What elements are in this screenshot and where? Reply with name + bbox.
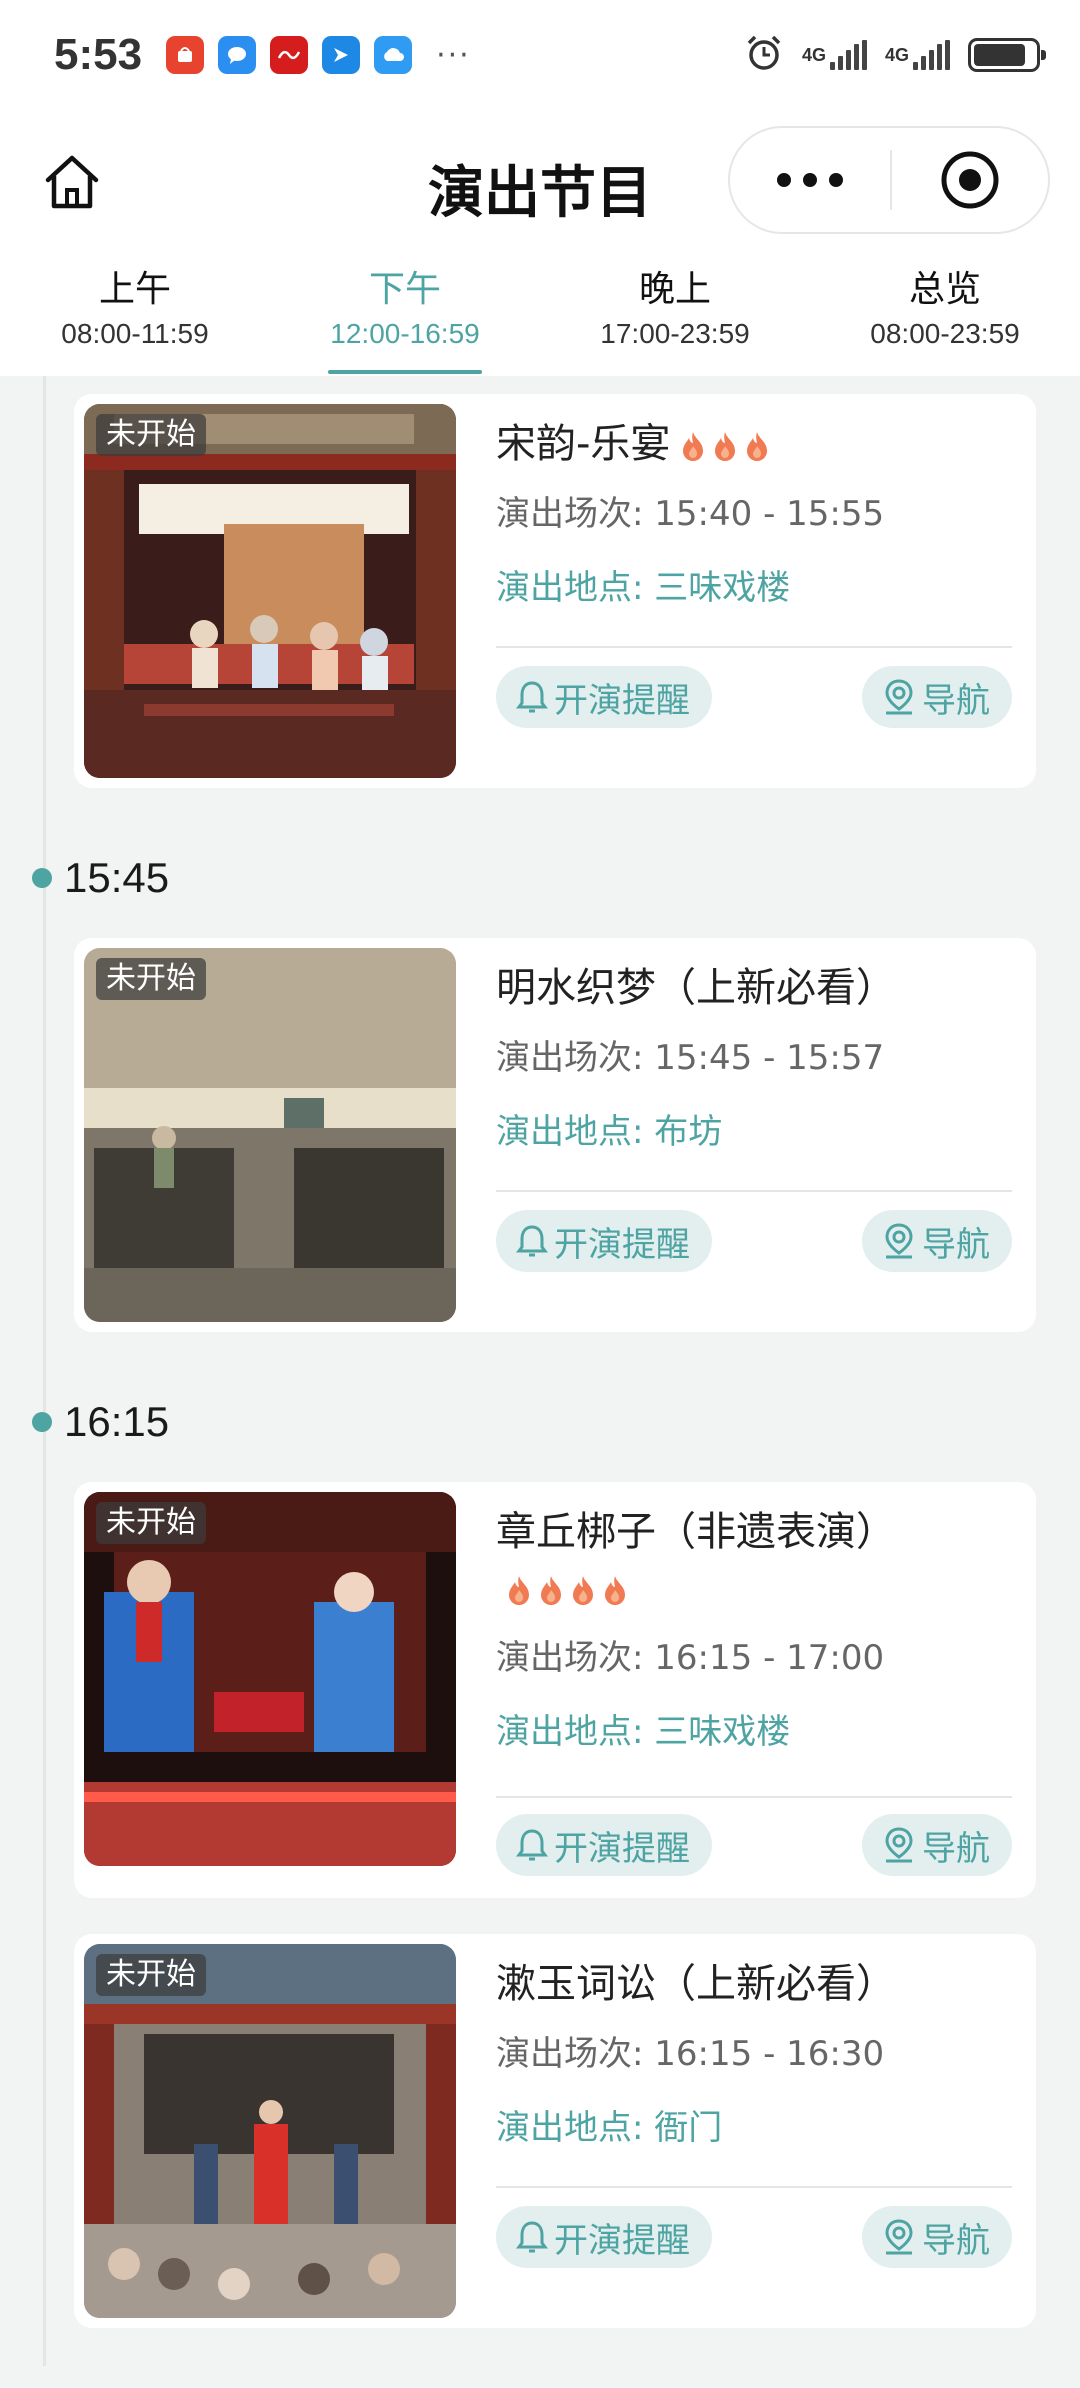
target-close-icon bbox=[941, 151, 999, 209]
tab-overview[interactable]: 总览 08:00-23:59 bbox=[810, 260, 1080, 376]
navigate-button[interactable]: 导航 bbox=[862, 1210, 1012, 1272]
huawei-app-icon bbox=[166, 36, 205, 74]
show-time: 演出场次: 15:45 - 15:57 bbox=[496, 1038, 885, 1078]
show-location: 演出地点: 衙门 bbox=[496, 2108, 723, 2148]
show-location: 演出地点: 三味戏楼 bbox=[496, 1712, 791, 1752]
timeline-dot bbox=[32, 1412, 52, 1432]
location-icon bbox=[885, 2219, 913, 2255]
navigate-button[interactable]: 导航 bbox=[862, 1814, 1012, 1876]
bell-icon bbox=[516, 1829, 548, 1861]
show-title: 章丘梆子（非遗表演） bbox=[496, 1504, 1012, 1616]
status-time: 5:53 bbox=[54, 30, 143, 79]
show-thumbnail: 未开始 bbox=[84, 1492, 456, 1866]
flame-icon bbox=[605, 1576, 625, 1605]
status-bar: 5:53 ··· 4G 4G bbox=[0, 0, 1080, 110]
more-button[interactable] bbox=[730, 128, 890, 232]
show-card[interactable]: 未开始 漱玉词讼（上新必看） 演出场次: 16:15 - 16:30 演出地点:… bbox=[74, 1934, 1036, 2328]
remind-button[interactable]: 开演提醒 bbox=[496, 1210, 712, 1272]
show-thumbnail: 未开始 bbox=[84, 1944, 456, 2318]
study-app-icon bbox=[270, 36, 309, 74]
location-icon bbox=[885, 1827, 913, 1863]
show-title: 明水织梦（上新必看） bbox=[496, 965, 896, 1011]
flame-icon bbox=[747, 432, 768, 461]
location-icon bbox=[885, 1223, 913, 1259]
feishu-app-icon bbox=[322, 36, 361, 74]
timeline-time-label: 15:45 bbox=[32, 854, 169, 902]
timeline-line bbox=[43, 376, 46, 2366]
signal-1: 4G bbox=[802, 40, 867, 70]
bell-icon bbox=[516, 681, 548, 713]
hot-rating bbox=[506, 1574, 628, 1606]
status-badge: 未开始 bbox=[96, 414, 206, 456]
opera-photo bbox=[84, 1492, 456, 1866]
show-card[interactable]: 未开始 宋韵-乐宴 演出场次: 15:40 - 15:55 演出地点: 三味戏楼… bbox=[74, 394, 1036, 788]
courtyard-photo bbox=[84, 1944, 456, 2318]
navigate-button[interactable]: 导航 bbox=[862, 2206, 1012, 2268]
remind-button[interactable]: 开演提醒 bbox=[496, 1814, 712, 1876]
nav-bar: 演出节目 bbox=[0, 110, 1080, 260]
hot-rating bbox=[680, 430, 770, 462]
flame-icon bbox=[509, 1576, 529, 1605]
alarm-icon bbox=[744, 33, 784, 77]
show-location: 演出地点: 三味戏楼 bbox=[496, 568, 791, 608]
show-card[interactable]: 未开始 明水织梦（上新必看） 演出场次: 15:45 - 15:57 演出地点:… bbox=[74, 938, 1036, 1332]
signal-bars-icon bbox=[829, 40, 867, 70]
notification-icons: ··· bbox=[166, 36, 471, 74]
cloud-app-icon bbox=[374, 36, 413, 74]
bell-icon bbox=[516, 1225, 548, 1257]
show-thumbnail: 未开始 bbox=[84, 404, 456, 778]
flame-icon bbox=[573, 1576, 593, 1605]
show-time: 演出场次: 16:15 - 16:30 bbox=[496, 2034, 885, 2074]
remind-button[interactable]: 开演提醒 bbox=[496, 666, 712, 728]
status-badge: 未开始 bbox=[96, 1502, 206, 1544]
show-card[interactable]: 未开始 章丘梆子（非遗表演） 演出场次: 16:15 - 17:00 演出地点:… bbox=[74, 1482, 1036, 1898]
location-icon bbox=[885, 679, 913, 715]
workshop-photo bbox=[84, 948, 456, 1322]
flame-icon bbox=[541, 1576, 561, 1605]
tab-morning[interactable]: 上午 08:00-11:59 bbox=[0, 260, 270, 376]
message-app-icon bbox=[218, 36, 257, 74]
show-thumbnail: 未开始 bbox=[84, 948, 456, 1322]
signal-2: 4G bbox=[885, 40, 950, 70]
battery-icon bbox=[968, 38, 1046, 72]
show-title: 宋韵-乐宴 bbox=[496, 416, 1012, 472]
more-notifications: ··· bbox=[436, 37, 471, 73]
show-time: 演出场次: 15:40 - 15:55 bbox=[496, 494, 885, 534]
flame-icon bbox=[715, 432, 736, 461]
navigate-button[interactable]: 导航 bbox=[862, 666, 1012, 728]
close-button[interactable] bbox=[892, 128, 1048, 232]
flame-icon bbox=[683, 432, 704, 461]
more-icon bbox=[777, 173, 791, 187]
tab-afternoon[interactable]: 下午 12:00-16:59 bbox=[270, 260, 540, 376]
timeline-time-label: 16:15 bbox=[32, 1398, 169, 1446]
time-period-tabs: 上午 08:00-11:59 下午 12:00-16:59 晚上 17:00-2… bbox=[0, 260, 1080, 376]
stage-photo bbox=[84, 404, 456, 778]
tab-evening[interactable]: 晚上 17:00-23:59 bbox=[540, 260, 810, 376]
timeline-dot bbox=[32, 868, 52, 888]
bell-icon bbox=[516, 2221, 548, 2253]
miniprogram-capsule bbox=[728, 126, 1050, 234]
show-title: 漱玉词讼（上新必看） bbox=[496, 1961, 896, 2007]
remind-button[interactable]: 开演提醒 bbox=[496, 2206, 712, 2268]
show-location: 演出地点: 布坊 bbox=[496, 1112, 723, 1152]
show-time: 演出场次: 16:15 - 17:00 bbox=[496, 1638, 885, 1678]
status-badge: 未开始 bbox=[96, 958, 206, 1000]
signal-bars-icon bbox=[913, 40, 950, 70]
status-badge: 未开始 bbox=[96, 1954, 206, 1996]
